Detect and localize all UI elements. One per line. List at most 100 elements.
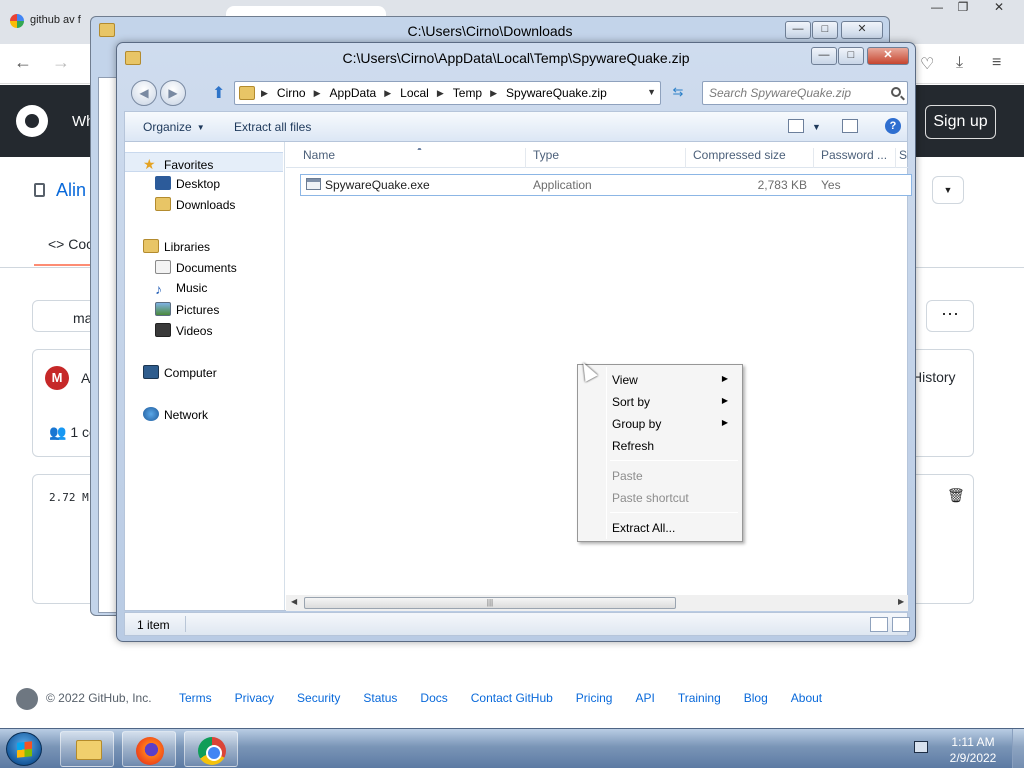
large-icons-view-icon[interactable] [892, 617, 910, 632]
column-header-password[interactable]: Password ... [814, 148, 896, 168]
nav-item-computer[interactable]: Computer [125, 363, 283, 383]
refresh-icon[interactable]: ⇆ [667, 81, 689, 105]
browser-maximize-button[interactable]: ❐ [950, 0, 976, 20]
help-icon[interactable]: ? [885, 118, 901, 134]
chevron-right-icon[interactable]: ▶ [384, 88, 391, 99]
breadcrumb-item[interactable]: SpywareQuake.zip [506, 86, 607, 100]
chevron-right-icon[interactable]: ▶ [437, 88, 444, 99]
menu-item-sort-by[interactable]: Sort by ▶ [580, 390, 740, 412]
footer-link[interactable]: Security [297, 691, 340, 705]
footer-link[interactable]: About [791, 691, 822, 705]
nav-item-favorites[interactable]: ★ Favorites [125, 152, 283, 172]
footer-link[interactable]: Pricing [576, 691, 613, 705]
column-header-compressed-size[interactable]: Compressed size [686, 148, 814, 168]
menu-item-group-by[interactable]: Group by ▶ [580, 412, 740, 434]
minimize-button[interactable]: — [811, 47, 837, 65]
forward-icon[interactable]: → [52, 52, 70, 73]
close-button[interactable]: ✕ [867, 47, 909, 65]
change-view-icon[interactable] [788, 119, 804, 133]
commit-author[interactable]: A [81, 370, 90, 386]
preview-pane-icon[interactable] [842, 119, 858, 133]
breadcrumb-item[interactable]: Cirno [277, 86, 306, 100]
folder-icon [99, 23, 115, 37]
address-bar[interactable]: ▶ Cirno ▶ AppData ▶ Local ▶ Temp ▶ Spywa… [234, 81, 661, 105]
nav-item-desktop[interactable]: Desktop [125, 174, 283, 194]
zip-explorer-window: C:\Users\Cirno\AppData\Local\Temp\Spywar… [116, 42, 916, 642]
chevron-down-icon[interactable]: ▼ [647, 87, 656, 97]
start-button[interactable] [6, 732, 42, 766]
nav-item-pictures[interactable]: Pictures [125, 300, 283, 320]
menu-item-paste-shortcut[interactable]: Paste shortcut [580, 486, 740, 508]
trash-icon[interactable]: 🗑 [947, 487, 965, 504]
file-row[interactable]: SpywareQuake.exe Application 2,783 KB Ye… [300, 174, 912, 196]
nav-item-music[interactable]: ♪ Music [125, 279, 283, 299]
network-tray-icon[interactable] [914, 741, 928, 753]
browser-tab[interactable]: github av f [0, 6, 100, 38]
extract-all-files-button[interactable]: Extract all files [234, 120, 311, 134]
nav-item-libraries[interactable]: Libraries [125, 237, 283, 257]
details-view-icon[interactable] [870, 617, 888, 632]
footer-link[interactable]: Terms [179, 691, 212, 705]
repo-name[interactable]: Alin [56, 180, 86, 201]
nav-item-network[interactable]: Network [125, 405, 283, 425]
downloads-minimize-button[interactable]: — [785, 21, 811, 39]
breadcrumb-item[interactable]: Temp [453, 86, 482, 100]
file-password: Yes [821, 178, 841, 192]
search-input[interactable] [703, 82, 883, 104]
system-clock[interactable]: 1:11 AM 2/9/2022 [940, 734, 1006, 766]
menu-icon[interactable]: ≡ [992, 54, 1001, 72]
organize-button[interactable]: Organize ▼ [143, 120, 205, 134]
breadcrumb-item[interactable]: Local [400, 86, 429, 100]
chevron-right-icon[interactable]: ▶ [261, 88, 268, 99]
taskbar-explorer-button[interactable] [60, 731, 114, 767]
scroll-right-icon[interactable]: ▶ [898, 597, 904, 606]
taskbar-firefox-button[interactable] [122, 731, 176, 767]
download-icon[interactable]: ⤓ [956, 54, 963, 72]
downloads-close-button[interactable]: ✕ [841, 21, 883, 39]
back-icon[interactable]: ← [14, 52, 32, 73]
footer-link[interactable]: Status [363, 691, 397, 705]
tab-code[interactable]: <> Coc [48, 236, 93, 252]
footer-link[interactable]: Docs [420, 691, 447, 705]
forward-button[interactable]: ▶ [160, 80, 186, 106]
column-header-name[interactable]: ▲ Name [296, 148, 526, 168]
footer-link[interactable]: Privacy [235, 691, 274, 705]
taskbar-chrome-button[interactable] [184, 731, 238, 767]
downloads-maximize-button[interactable]: □ [812, 21, 838, 39]
chevron-right-icon[interactable]: ▶ [490, 88, 497, 99]
history-link[interactable]: History [912, 369, 956, 385]
avatar[interactable]: M [45, 366, 69, 390]
view-dropdown-icon[interactable]: ▼ [812, 122, 821, 132]
column-header-size[interactable]: Si [896, 148, 908, 168]
nav-item-documents[interactable]: Documents [125, 258, 283, 278]
horizontal-scrollbar[interactable]: ◀ ||| ▶ [286, 595, 908, 611]
footer-link[interactable]: Contact GitHub [471, 691, 553, 705]
footer-link[interactable]: API [635, 691, 654, 705]
footer-link[interactable]: Blog [744, 691, 768, 705]
nav-item-downloads[interactable]: Downloads [125, 195, 283, 215]
breadcrumb-item[interactable]: AppData [330, 86, 377, 100]
scrollbar-thumb[interactable]: ||| [304, 597, 676, 609]
menu-item-refresh[interactable]: Refresh [580, 434, 740, 456]
menu-separator [610, 460, 738, 461]
nav-item-videos[interactable]: Videos [125, 321, 283, 341]
github-logo-icon[interactable] [16, 105, 48, 137]
scroll-left-icon[interactable]: ◀ [291, 597, 297, 606]
chevron-right-icon[interactable]: ▶ [314, 88, 321, 99]
back-button[interactable]: ◀ [131, 80, 157, 106]
maximize-button[interactable]: □ [838, 47, 864, 65]
up-arrow-icon[interactable]: ⬆ [212, 83, 225, 103]
menu-item-extract-all[interactable]: Extract All... [580, 516, 740, 538]
footer-link[interactable]: Training [678, 691, 721, 705]
browser-minimize-button[interactable]: — [924, 0, 950, 20]
dropdown-button[interactable]: ▼ [932, 176, 964, 204]
menu-item-view[interactable]: View ▶ [580, 368, 740, 390]
search-icon[interactable] [891, 87, 901, 97]
menu-item-paste[interactable]: Paste [580, 464, 740, 486]
sign-up-button[interactable]: Sign up [925, 105, 996, 139]
more-options-button[interactable]: ⋯ [926, 300, 974, 332]
pocket-icon[interactable]: ♡ [920, 54, 934, 74]
browser-close-button[interactable]: ✕ [986, 0, 1012, 20]
column-header-type[interactable]: Type [526, 148, 686, 168]
show-desktop-button[interactable] [1012, 729, 1024, 768]
